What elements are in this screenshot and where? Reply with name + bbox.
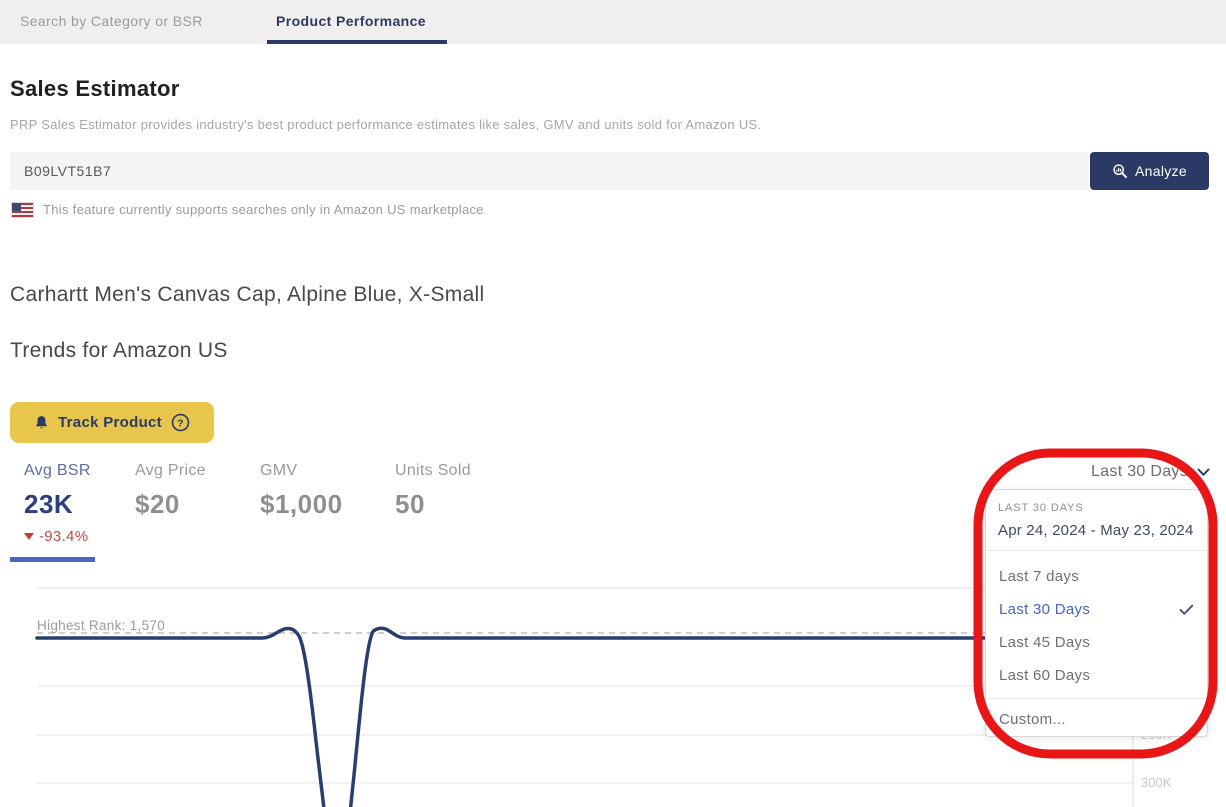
- metric-avg-price-value: $20: [135, 489, 206, 520]
- date-range-summary: LAST 30 DAYS Apr 24, 2024 - May 23, 2024: [986, 490, 1207, 550]
- metric-gmv-value: $1,000: [260, 489, 343, 520]
- metric-avg-price[interactable]: Avg Price $20: [135, 462, 206, 520]
- date-range-summary-label: LAST 30 DAYS: [998, 502, 1195, 514]
- us-flag-icon: [12, 203, 33, 217]
- check-icon: [1179, 604, 1194, 616]
- marketplace-notice-text: This feature currently supports searches…: [43, 202, 484, 217]
- date-range-summary-dates: Apr 24, 2024 - May 23, 2024: [998, 522, 1195, 539]
- date-range-dropdown-panel: LAST 30 DAYS Apr 24, 2024 - May 23, 2024…: [985, 489, 1208, 737]
- analyze-button-label: Analyze: [1135, 163, 1187, 179]
- trends-section-title: Trends for Amazon US: [10, 339, 228, 363]
- track-product-label: Track Product: [58, 414, 162, 431]
- analyze-button[interactable]: Analyze: [1090, 152, 1209, 190]
- asin-search-input[interactable]: [10, 152, 1088, 190]
- date-range-options: Last 7 days Last 30 Days Last 45 Days La…: [986, 551, 1207, 698]
- metric-gmv[interactable]: GMV $1,000: [260, 462, 343, 520]
- option-last-7-days[interactable]: Last 7 days: [986, 560, 1207, 593]
- product-title: Carhartt Men's Canvas Cap, Alpine Blue, …: [10, 283, 484, 307]
- tab-product-performance[interactable]: Product Performance: [276, 13, 426, 29]
- bell-icon: [34, 415, 49, 431]
- active-tab-underline: [267, 40, 447, 44]
- sales-estimator-page: Search by Category or BSR Product Perfor…: [0, 0, 1226, 807]
- option-last-45-days[interactable]: Last 45 Days: [986, 626, 1207, 659]
- metric-units-sold-value: 50: [395, 489, 471, 520]
- option-last-30-days[interactable]: Last 30 Days: [986, 593, 1207, 626]
- metric-avg-bsr[interactable]: Avg BSR 23K -93.4%: [24, 462, 91, 545]
- metric-avg-bsr-label: Avg BSR: [24, 462, 91, 480]
- svg-text:?: ?: [177, 418, 184, 429]
- chevron-down-icon: [1197, 468, 1210, 477]
- marketplace-notice: This feature currently supports searches…: [12, 202, 484, 217]
- option-custom-range[interactable]: Custom...: [986, 699, 1207, 741]
- metric-avg-price-label: Avg Price: [135, 462, 206, 480]
- date-range-dropdown-trigger[interactable]: Last 30 Days: [1091, 463, 1210, 481]
- analyze-magnifier-chart-icon: [1112, 163, 1128, 179]
- y-tick-300k: 300K: [1141, 775, 1172, 790]
- tab-search-by-category-or-bsr[interactable]: Search by Category or BSR: [20, 13, 203, 29]
- page-title: Sales Estimator: [10, 76, 180, 102]
- help-icon[interactable]: ?: [171, 413, 190, 432]
- top-tab-bar: Search by Category or BSR Product Perfor…: [0, 0, 1226, 44]
- metric-units-sold-label: Units Sold: [395, 462, 471, 480]
- selected-metric-underline: [10, 557, 95, 562]
- option-last-60-days[interactable]: Last 60 Days: [986, 659, 1207, 692]
- metric-avg-bsr-change: -93.4%: [24, 528, 91, 545]
- metric-units-sold[interactable]: Units Sold 50: [395, 462, 471, 520]
- trend-down-icon: [24, 533, 34, 545]
- page-description: PRP Sales Estimator provides industry's …: [10, 117, 761, 132]
- highest-rank-label: Highest Rank: 1,570: [37, 618, 165, 633]
- track-product-button[interactable]: Track Product ?: [10, 402, 214, 443]
- date-range-trigger-label: Last 30 Days: [1091, 463, 1188, 481]
- metric-avg-bsr-value: 23K: [24, 489, 91, 520]
- metric-gmv-label: GMV: [260, 462, 343, 480]
- bsr-line-series: [37, 628, 1133, 807]
